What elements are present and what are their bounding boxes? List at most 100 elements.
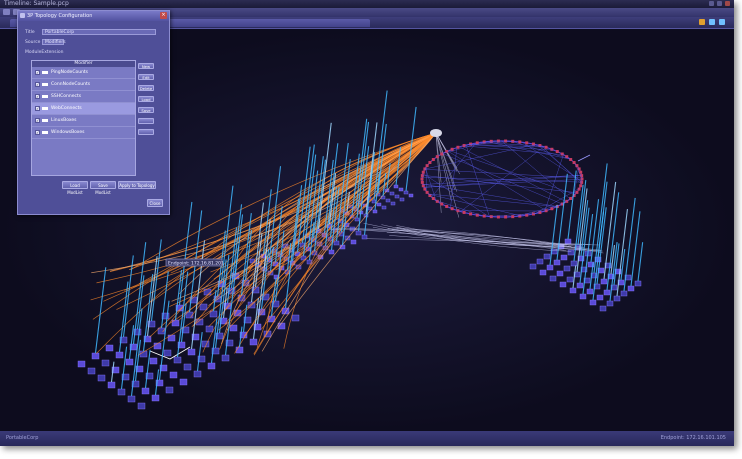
- ring-node[interactable]: [469, 212, 473, 216]
- load-modlist-button[interactable]: Load ModList: [62, 181, 88, 195]
- list-item[interactable]: ✓ WebConnects: [32, 103, 135, 115]
- node-block[interactable]: [393, 184, 399, 189]
- title-field[interactable]: PortableCorp: [42, 29, 156, 35]
- node-block[interactable]: [207, 362, 216, 370]
- ring-node[interactable]: [572, 161, 576, 165]
- node-block[interactable]: [179, 378, 188, 386]
- close-button[interactable]: Close: [147, 199, 163, 207]
- ring-node[interactable]: [420, 174, 424, 178]
- node-block[interactable]: [163, 349, 172, 357]
- node-block[interactable]: [576, 282, 584, 289]
- node-block[interactable]: [549, 275, 557, 282]
- node-block[interactable]: [543, 253, 551, 260]
- node-block[interactable]: [137, 402, 146, 410]
- ring-node[interactable]: [423, 187, 427, 191]
- node-block[interactable]: [586, 288, 594, 295]
- source-field[interactable]: Modifiers: [42, 39, 66, 45]
- node-block[interactable]: [127, 395, 136, 403]
- node-block[interactable]: [291, 314, 300, 322]
- node-block[interactable]: [399, 197, 405, 202]
- layout-split-icon[interactable]: [709, 19, 715, 25]
- node-block[interactable]: [151, 394, 160, 402]
- maximize-icon[interactable]: [717, 1, 722, 6]
- checkbox[interactable]: ✓: [35, 130, 40, 135]
- node-block[interactable]: [372, 209, 378, 214]
- node-block[interactable]: [115, 351, 124, 359]
- node-block[interactable]: [596, 294, 604, 301]
- checkbox[interactable]: ✓: [35, 118, 40, 123]
- side-button-blank-5[interactable]: [138, 118, 154, 124]
- node-block[interactable]: [600, 278, 608, 285]
- node-block[interactable]: [149, 357, 158, 365]
- checkbox[interactable]: ✓: [35, 94, 40, 99]
- node-block[interactable]: [589, 299, 597, 306]
- ring-node[interactable]: [440, 152, 444, 156]
- ring-node[interactable]: [518, 140, 522, 144]
- node-block[interactable]: [394, 194, 400, 199]
- node-block[interactable]: [328, 249, 335, 255]
- node-block[interactable]: [559, 281, 567, 288]
- node-block[interactable]: [87, 367, 96, 375]
- node-block[interactable]: [564, 238, 572, 245]
- node-block[interactable]: [77, 360, 86, 368]
- alert-icon[interactable]: [699, 19, 705, 25]
- node-block[interactable]: [205, 325, 214, 333]
- node-block[interactable]: [125, 358, 134, 366]
- node-block[interactable]: [354, 217, 360, 222]
- node-block[interactable]: [620, 290, 628, 297]
- node-block[interactable]: [105, 344, 114, 352]
- node-block[interactable]: [627, 285, 635, 292]
- node-block[interactable]: [333, 240, 340, 246]
- node-block[interactable]: [536, 258, 544, 265]
- node-block[interactable]: [390, 201, 396, 206]
- node-block[interactable]: [553, 259, 561, 266]
- ring-node[interactable]: [550, 147, 554, 151]
- side-button-blank-6[interactable]: [138, 129, 154, 135]
- ring-node[interactable]: [555, 150, 559, 154]
- ring-node[interactable]: [469, 142, 473, 146]
- node-block[interactable]: [350, 239, 357, 245]
- node-block[interactable]: [101, 359, 110, 367]
- side-button-delete[interactable]: Delete: [138, 85, 154, 91]
- node-block[interactable]: [569, 287, 577, 294]
- dialog-close-icon[interactable]: ×: [160, 12, 167, 19]
- node-block[interactable]: [408, 193, 414, 198]
- ring-node[interactable]: [440, 202, 444, 206]
- ring-node[interactable]: [569, 158, 573, 162]
- list-item[interactable]: ✓ SSHConnects: [32, 91, 135, 103]
- node-block[interactable]: [566, 276, 574, 283]
- ring-node[interactable]: [462, 210, 466, 214]
- apply-to-topology-button[interactable]: Apply to Topology: [118, 181, 156, 189]
- node-block[interactable]: [199, 303, 208, 311]
- ring-node[interactable]: [435, 155, 439, 159]
- node-block[interactable]: [613, 295, 621, 302]
- node-block[interactable]: [567, 249, 575, 256]
- node-block[interactable]: [389, 191, 395, 196]
- node-block[interactable]: [167, 334, 176, 342]
- ring-node[interactable]: [511, 215, 515, 219]
- side-button-save[interactable]: Save: [138, 107, 154, 113]
- checkbox[interactable]: ✓: [35, 82, 40, 87]
- node-block[interactable]: [195, 318, 204, 326]
- ring-node[interactable]: [445, 204, 449, 208]
- node-block[interactable]: [385, 198, 391, 203]
- list-item[interactable]: ✓ LinuxBoxes: [32, 115, 135, 127]
- node-block[interactable]: [249, 338, 258, 346]
- node-block[interactable]: [603, 289, 611, 296]
- node-block[interactable]: [381, 205, 387, 210]
- hub-node[interactable]: [430, 129, 442, 137]
- node-block[interactable]: [193, 370, 202, 378]
- menu-icon[interactable]: [3, 9, 10, 15]
- list-item[interactable]: ✓ PingNodeCounts: [32, 67, 135, 79]
- ring-node[interactable]: [425, 190, 429, 194]
- ring-node[interactable]: [450, 207, 454, 211]
- ring-node[interactable]: [462, 144, 466, 148]
- ring-node[interactable]: [420, 180, 424, 184]
- node-block[interactable]: [556, 270, 564, 277]
- node-block[interactable]: [355, 230, 362, 236]
- node-block[interactable]: [141, 387, 150, 395]
- node-block[interactable]: [560, 254, 568, 261]
- node-block[interactable]: [91, 352, 100, 360]
- ring-node[interactable]: [420, 177, 424, 181]
- node-block[interactable]: [165, 386, 174, 394]
